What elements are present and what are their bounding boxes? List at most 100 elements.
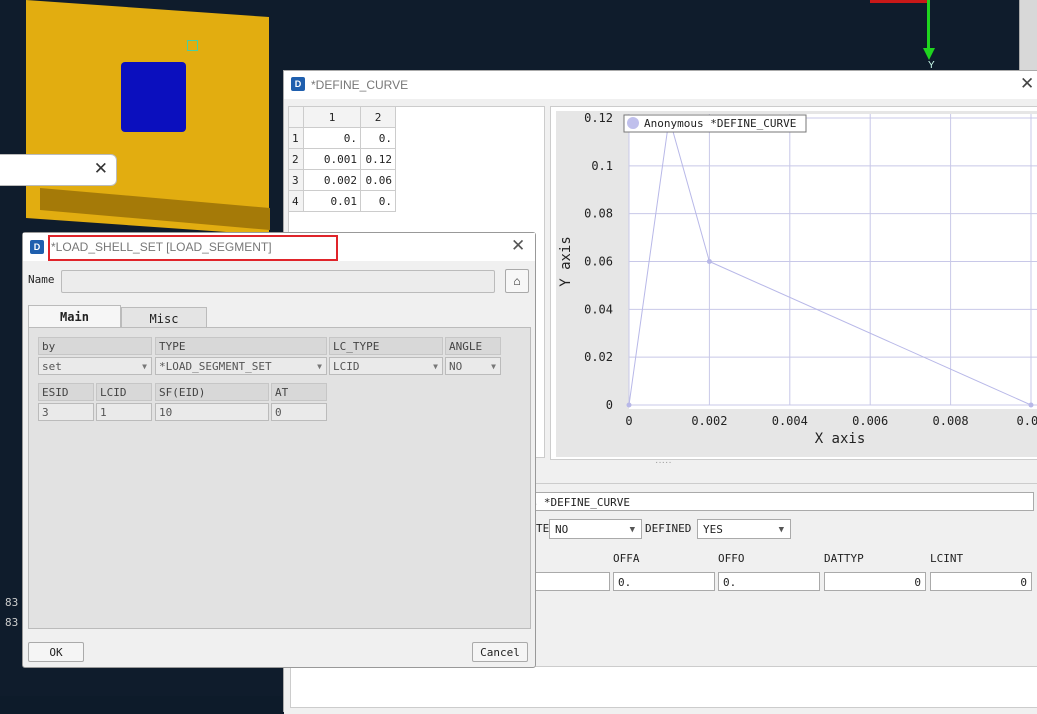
angle-value: NO (449, 360, 463, 373)
y-tick-label: 0.08 (584, 207, 613, 221)
lc-type-value: LCID (333, 360, 360, 373)
title-highlight-box (48, 235, 338, 261)
name-label: Name (28, 273, 55, 286)
by-value: set (42, 360, 62, 373)
dattyp-field[interactable]: 0 (824, 572, 926, 591)
partial-dialog: ✕ (0, 154, 117, 186)
table-cell[interactable]: 0.12 (360, 148, 396, 170)
comment-area[interactable] (290, 666, 1037, 708)
y-tick-label: 0 (606, 398, 613, 412)
lcint-label: LCINT (930, 552, 964, 565)
title-field[interactable]: us *DEFINE_CURVE (519, 492, 1034, 511)
defined-label: DEFINED (645, 522, 692, 535)
type-header: TYPE (155, 337, 327, 355)
load-region-block (121, 62, 186, 132)
offo-field[interactable]: 0. (718, 572, 820, 591)
close-icon[interactable]: ✕ (94, 159, 108, 179)
lcint-field[interactable]: 0 (930, 572, 1032, 591)
legend-marker (627, 117, 639, 129)
curve-chart-panel: 0 0.002 0.004 0.006 0.008 0.01 0 0.02 0.04 0.06 0.… (550, 106, 1037, 460)
main-tab-panel: by TYPE LC_TYPE ANGLE set ▼ *LOAD_SEGMENT… (28, 327, 531, 629)
cancel-button[interactable]: Cancel (472, 642, 528, 662)
y-tick-label: 0.06 (584, 255, 613, 269)
name-input[interactable] (61, 270, 495, 293)
lc-type-select[interactable]: LCID ▼ (329, 357, 443, 375)
pick-icon[interactable]: ⌂ (505, 269, 529, 293)
close-icon[interactable]: ✕ (1020, 74, 1034, 94)
offa-field[interactable]: 0. (613, 572, 715, 591)
y-axis-label: Y axis (558, 236, 574, 287)
tab-misc[interactable]: Misc (121, 307, 207, 329)
lcid-field[interactable]: 1 (96, 403, 152, 421)
app-logo-icon: D (291, 77, 305, 91)
column-header[interactable]: 2 (360, 106, 396, 128)
by-select[interactable]: set ▼ (38, 357, 152, 375)
load-shell-set-dialog: D *LOAD_SHELL_SET [LOAD_SEGMENT] ✕ Name … (22, 232, 536, 668)
column-header[interactable]: 1 (303, 106, 361, 128)
define-curve-titlebar: D *DEFINE_CURVE ✕ (284, 71, 1037, 99)
legend: Anonymous *DEFINE_CURVE (623, 114, 807, 133)
y-tick-label: 0.02 (584, 350, 613, 364)
at-header: AT (271, 383, 327, 401)
right-side-panel (1019, 0, 1037, 70)
chevron-down-icon: ▼ (433, 362, 438, 371)
chevron-down-icon: ▼ (629, 525, 635, 535)
y-tick-label: 0.04 (584, 302, 613, 316)
curve-chart[interactable]: 0 0.002 0.004 0.006 0.008 0.01 0 0.02 0.04 0.06 0.… (556, 111, 1037, 457)
x-tick-label: 0.008 (933, 414, 969, 428)
chevron-down-icon: ▼ (142, 362, 147, 371)
angle-header: ANGLE (445, 337, 501, 355)
table-cell[interactable]: 0.01 (303, 190, 361, 212)
data-point (1028, 402, 1034, 408)
at-field[interactable]: 0 (271, 403, 327, 421)
console-line: 83 (5, 616, 19, 629)
table-row[interactable]: 4 0.01 0. (288, 190, 396, 212)
defined-value: YES (703, 523, 723, 536)
table-row[interactable]: 3 0.002 0.06 (288, 169, 396, 191)
table-cell[interactable]: 0. (303, 127, 361, 149)
sf-header: SF(EID) (155, 383, 269, 401)
table-row[interactable]: 1 0. 0. (288, 127, 396, 149)
chevron-down-icon: ▼ (317, 362, 322, 371)
te-select[interactable]: NO ▼ (549, 519, 642, 539)
te-value: NO (555, 523, 569, 536)
table-cell[interactable]: 0. (360, 190, 396, 212)
row-header: 2 (288, 148, 304, 170)
data-point (626, 402, 632, 408)
legend-label: Anonymous *DEFINE_CURVE (644, 117, 796, 130)
lc-type-header: LC_TYPE (329, 337, 443, 355)
close-icon[interactable]: ✕ (511, 236, 525, 256)
row-header: 1 (288, 127, 304, 149)
type-select[interactable]: *LOAD_SEGMENT_SET ▼ (155, 357, 327, 375)
y-tick-label: 0.1 (591, 159, 613, 173)
dattyp-label: DATTYP (824, 552, 864, 565)
sf-field[interactable]: 10 (155, 403, 269, 421)
defined-select[interactable]: YES ▼ (697, 519, 791, 539)
x-tick-label: 0.002 (691, 414, 727, 428)
selection-marker (187, 40, 198, 51)
splitter-handle[interactable]: ····· (655, 457, 672, 468)
chevron-down-icon: ▼ (491, 362, 496, 371)
curve-data-table: 1 2 1 0. 0. 2 0.001 0.12 3 0.002 0.06 4 … (288, 106, 396, 212)
table-corner (288, 106, 304, 128)
data-point (706, 259, 712, 264)
table-cell[interactable]: 0.001 (303, 148, 361, 170)
ok-button[interactable]: OK (28, 642, 84, 662)
table-row[interactable]: 2 0.001 0.12 (288, 148, 396, 170)
x-axis-label: X axis (815, 431, 866, 447)
table-cell[interactable]: 0.06 (360, 169, 396, 191)
esid-header: ESID (38, 383, 94, 401)
x-tick-label: 0.01 (1017, 414, 1037, 428)
tab-main[interactable]: Main (28, 305, 121, 327)
define-curve-title: *DEFINE_CURVE (311, 78, 409, 92)
te-label: TE (536, 522, 550, 535)
row-header: 3 (288, 169, 304, 191)
x-tick-label: 0.006 (852, 414, 888, 428)
x-axis-triad (870, 0, 928, 3)
esid-field[interactable]: 3 (38, 403, 94, 421)
angle-select[interactable]: NO ▼ (445, 357, 501, 375)
by-header: by (38, 337, 152, 355)
table-cell[interactable]: 0. (360, 127, 396, 149)
table-cell[interactable]: 0.002 (303, 169, 361, 191)
lcid-header: LCID (96, 383, 152, 401)
